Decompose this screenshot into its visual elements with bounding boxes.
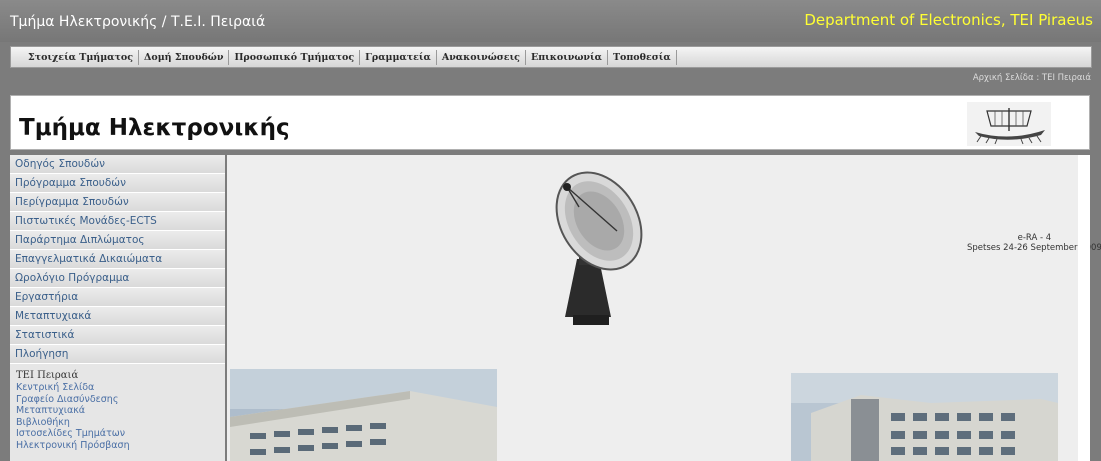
tei-link-liaison-office[interactable]: Γραφείο Διασύνδεσης (16, 394, 225, 406)
nav-item-contact[interactable]: Επικοινωνία (526, 49, 608, 65)
nav-item-secretariat[interactable]: Γραμματεία (360, 49, 437, 65)
tei-links-title: ΤΕΙ Πειραιά (16, 370, 79, 381)
nav-item-staff[interactable]: Προσωπικό Τμήματος (229, 49, 361, 65)
main-content: e-RA - 4 Spetses 24-26 September 2009 (227, 155, 1101, 461)
sidebar-item-statistics[interactable]: Στατιστικά (10, 326, 225, 345)
sidebar-item-diploma-supplement[interactable]: Παράρτημα Διπλώματος (10, 231, 225, 250)
nav-item-announcements[interactable]: Ανακοινώσεις (437, 49, 526, 65)
page-title: Τμήμα Ηλεκτρονικής (19, 115, 290, 141)
trireme-logo-icon[interactable] (967, 102, 1051, 146)
campus-building-photo-right (791, 373, 1058, 461)
sidebar-item-professional-rights[interactable]: Επαγγελματικά Δικαιώματα (10, 250, 225, 269)
tei-link-library[interactable]: Βιβλιοθήκη (16, 417, 225, 429)
nav-item-location[interactable]: Τοποθεσία (608, 49, 677, 65)
nav-item-department-info[interactable]: Στοιχεία Τμήματος (23, 49, 139, 65)
sidebar-item-laboratories[interactable]: Εργαστήρια (10, 288, 225, 307)
breadcrumb[interactable]: Αρχική Σελίδα : ΤΕΙ Πειραιά (973, 73, 1091, 83)
satellite-dish-image (555, 171, 643, 325)
tei-link-home[interactable]: Κεντρική Σελίδα (16, 382, 225, 394)
top-header-bar: Τμήμα Ηλεκτρονικής / Τ.Ε.Ι. Πειραιά Depa… (0, 0, 1101, 42)
sidebar-item-navigation[interactable]: Πλοήγηση (10, 345, 225, 364)
sidebar: Οδηγός Σπουδών Πρόγραμμα Σπουδών Περίγρα… (10, 155, 225, 461)
page-header: Τμήμα Ηλεκτρονικής (10, 95, 1090, 150)
nav-item-study-structure[interactable]: Δομή Σπουδών (139, 49, 230, 65)
campus-building-photo-left (230, 369, 497, 461)
sidebar-item-study-program[interactable]: Πρόγραμμα Σπουδών (10, 174, 225, 193)
main-nav: Στοιχεία Τμήματος Δομή Σπουδών Προσωπικό… (10, 46, 1092, 68)
sidebar-item-study-outline[interactable]: Περίγραμμα Σπουδών (10, 193, 225, 212)
sidebar-item-timetable[interactable]: Ωρολόγιο Πρόγραμμα (10, 269, 225, 288)
tei-link-electronic-access[interactable]: Ηλεκτρονική Πρόσβαση (16, 440, 225, 452)
sidebar-item-study-guide[interactable]: Οδηγός Σπουδών (10, 155, 225, 174)
site-title-english: Department of Electronics, TEI Piraeus (804, 11, 1093, 29)
sidebar-item-postgraduate[interactable]: Μεταπτυχιακά (10, 307, 225, 326)
site-title-greek: Τμήμα Ηλεκτρονικής / Τ.Ε.Ι. Πειραιά (10, 14, 266, 30)
tei-link-department-sites[interactable]: Ιστοσελίδες Τμημάτων (16, 428, 225, 440)
content-right-border (1078, 155, 1090, 461)
tei-link-postgraduate[interactable]: Μεταπτυχιακά (16, 405, 225, 417)
sidebar-item-ects[interactable]: Πιστωτικές Μονάδες-ECTS (10, 212, 225, 231)
tei-links-section: ΤΕΙ Πειραιά Κεντρική Σελίδα Γραφείο Διασ… (10, 364, 225, 452)
